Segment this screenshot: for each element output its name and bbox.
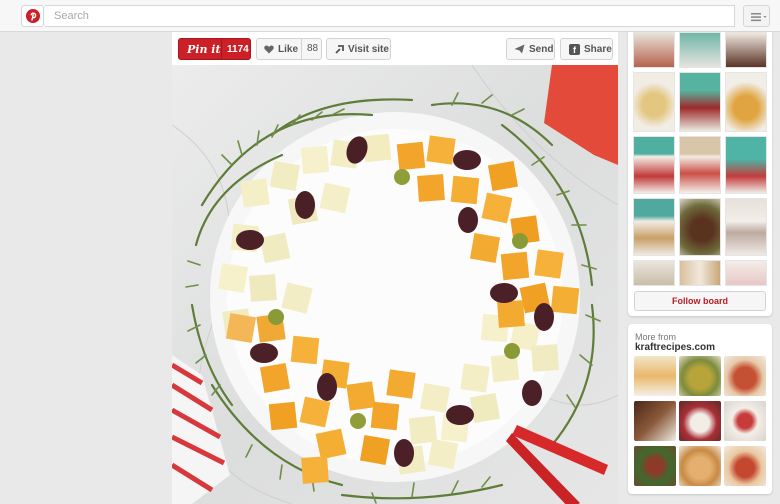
board-thumbnail[interactable] xyxy=(725,32,767,68)
board-thumbnail[interactable] xyxy=(725,198,767,256)
menu-button[interactable] xyxy=(743,5,770,27)
cheese-wreath-photo xyxy=(172,65,618,504)
menu-icon xyxy=(751,13,767,22)
follow-board-button[interactable]: Follow board xyxy=(634,291,766,311)
more-from-site-link[interactable]: kraftrecipes.com xyxy=(635,342,715,353)
pin-it-button[interactable]: Pin it 1174 xyxy=(178,38,251,60)
related-pin-thumbnail[interactable] xyxy=(634,401,676,441)
heart-icon xyxy=(264,45,274,53)
send-icon xyxy=(514,44,525,54)
pinterest-logo-icon[interactable] xyxy=(21,5,44,27)
board-thumbnail[interactable] xyxy=(725,72,767,132)
search-input[interactable] xyxy=(45,6,734,26)
board-thumbnail[interactable] xyxy=(679,136,721,194)
board-thumbnail[interactable] xyxy=(725,136,767,194)
related-pin-thumbnail[interactable] xyxy=(724,356,766,396)
board-thumbnail[interactable] xyxy=(633,72,675,132)
related-pin-thumbnail[interactable] xyxy=(679,446,721,486)
more-from-widget: More from kraftrecipes.com xyxy=(628,324,772,494)
board-thumbnail[interactable] xyxy=(633,198,675,256)
like-button[interactable]: Like 88 xyxy=(256,38,322,60)
search-bar[interactable] xyxy=(45,5,735,27)
top-bar xyxy=(0,0,780,32)
pin-action-bar: Pin it 1174 Like 88 Visit site Send f Sh… xyxy=(172,32,618,65)
facebook-icon: f xyxy=(569,43,580,55)
related-pin-thumbnail[interactable] xyxy=(724,446,766,486)
share-label: Share xyxy=(584,43,612,55)
share-button[interactable]: f Share xyxy=(560,38,613,60)
related-pin-thumbnail[interactable] xyxy=(634,356,676,396)
board-thumbnail[interactable] xyxy=(679,32,721,68)
send-button[interactable]: Send xyxy=(506,38,555,60)
board-thumbnail[interactable] xyxy=(679,198,721,256)
related-pin-thumbnail[interactable] xyxy=(724,401,766,441)
pin-it-count: 1174 xyxy=(227,43,249,55)
send-label: Send xyxy=(529,43,554,55)
board-thumbnail[interactable] xyxy=(633,32,675,68)
like-divider xyxy=(301,39,302,59)
related-pin-thumbnail[interactable] xyxy=(679,356,721,396)
board-widget: Follow board xyxy=(628,32,772,316)
visit-site-label: Visit site xyxy=(348,43,389,55)
visit-site-icon xyxy=(335,44,344,54)
board-thumbnail[interactable] xyxy=(725,260,767,286)
board-thumbnail[interactable] xyxy=(679,72,721,132)
related-pin-thumbnail[interactable] xyxy=(679,401,721,441)
pin-it-label: Pin it xyxy=(187,42,221,56)
like-count: 88 xyxy=(307,43,319,54)
like-label: Like xyxy=(278,43,299,55)
pin-closeup: Pin it 1174 Like 88 Visit site Send f Sh… xyxy=(172,32,618,504)
more-from-label: More from xyxy=(635,332,677,342)
board-thumbnail[interactable] xyxy=(633,260,675,286)
board-thumbnail[interactable] xyxy=(679,260,721,286)
related-pin-thumbnail[interactable] xyxy=(634,446,676,486)
pin-image[interactable] xyxy=(172,65,618,504)
board-thumbnail[interactable] xyxy=(633,136,675,194)
visit-site-button[interactable]: Visit site xyxy=(326,38,391,60)
